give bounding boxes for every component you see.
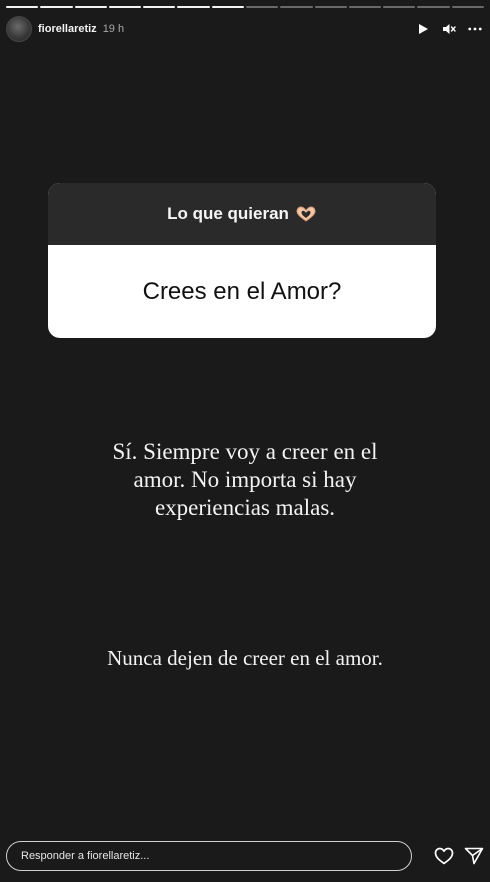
header-actions: [416, 22, 482, 36]
progress-segment: [280, 6, 313, 8]
answer-text: Sí. Siempre voy a creer en el amor. No i…: [112, 439, 378, 520]
reply-bar: [6, 840, 484, 872]
progress-segment: [383, 6, 416, 8]
more-icon[interactable]: [468, 22, 482, 36]
progress-segment: [348, 6, 382, 8]
reply-input[interactable]: [6, 841, 412, 871]
post-time: 19 h: [102, 23, 125, 35]
username[interactable]: fiorellaretiz: [38, 23, 97, 35]
question-sticker[interactable]: Lo que quieran Crees en el Amor?: [48, 183, 436, 338]
progress-segment: [108, 6, 142, 8]
question-sticker-body: Crees en el Amor?: [48, 245, 436, 338]
progress-segment: [211, 6, 244, 8]
question-text: Crees en el Amor?: [142, 277, 342, 305]
question-sticker-title: Lo que quieran: [167, 204, 289, 223]
story-header: fiorellaretiz 19 h: [6, 16, 482, 42]
progress-segment: [143, 6, 176, 8]
send-icon[interactable]: [464, 846, 484, 866]
answer-closing-text: Nunca dejen de creer en el amor.: [107, 646, 383, 670]
heart-icon[interactable]: [434, 846, 454, 866]
progress-segment: [451, 6, 484, 8]
progress-segment: [40, 6, 73, 8]
mute-icon[interactable]: [442, 22, 456, 36]
story-viewer: fiorellaretiz 19 h Lo que quieran Crees …: [0, 0, 490, 882]
progress-segment: [177, 6, 210, 8]
question-sticker-header: Lo que quieran: [48, 183, 436, 245]
avatar[interactable]: [6, 16, 32, 42]
progress-segment: [74, 6, 107, 8]
story-progress-bar: [6, 6, 484, 8]
heart-hands-icon: [295, 205, 317, 223]
progress-segment: [245, 6, 279, 8]
play-icon[interactable]: [416, 22, 430, 36]
progress-segment: [417, 6, 450, 8]
progress-segment: [314, 6, 347, 8]
progress-segment: [6, 6, 39, 8]
